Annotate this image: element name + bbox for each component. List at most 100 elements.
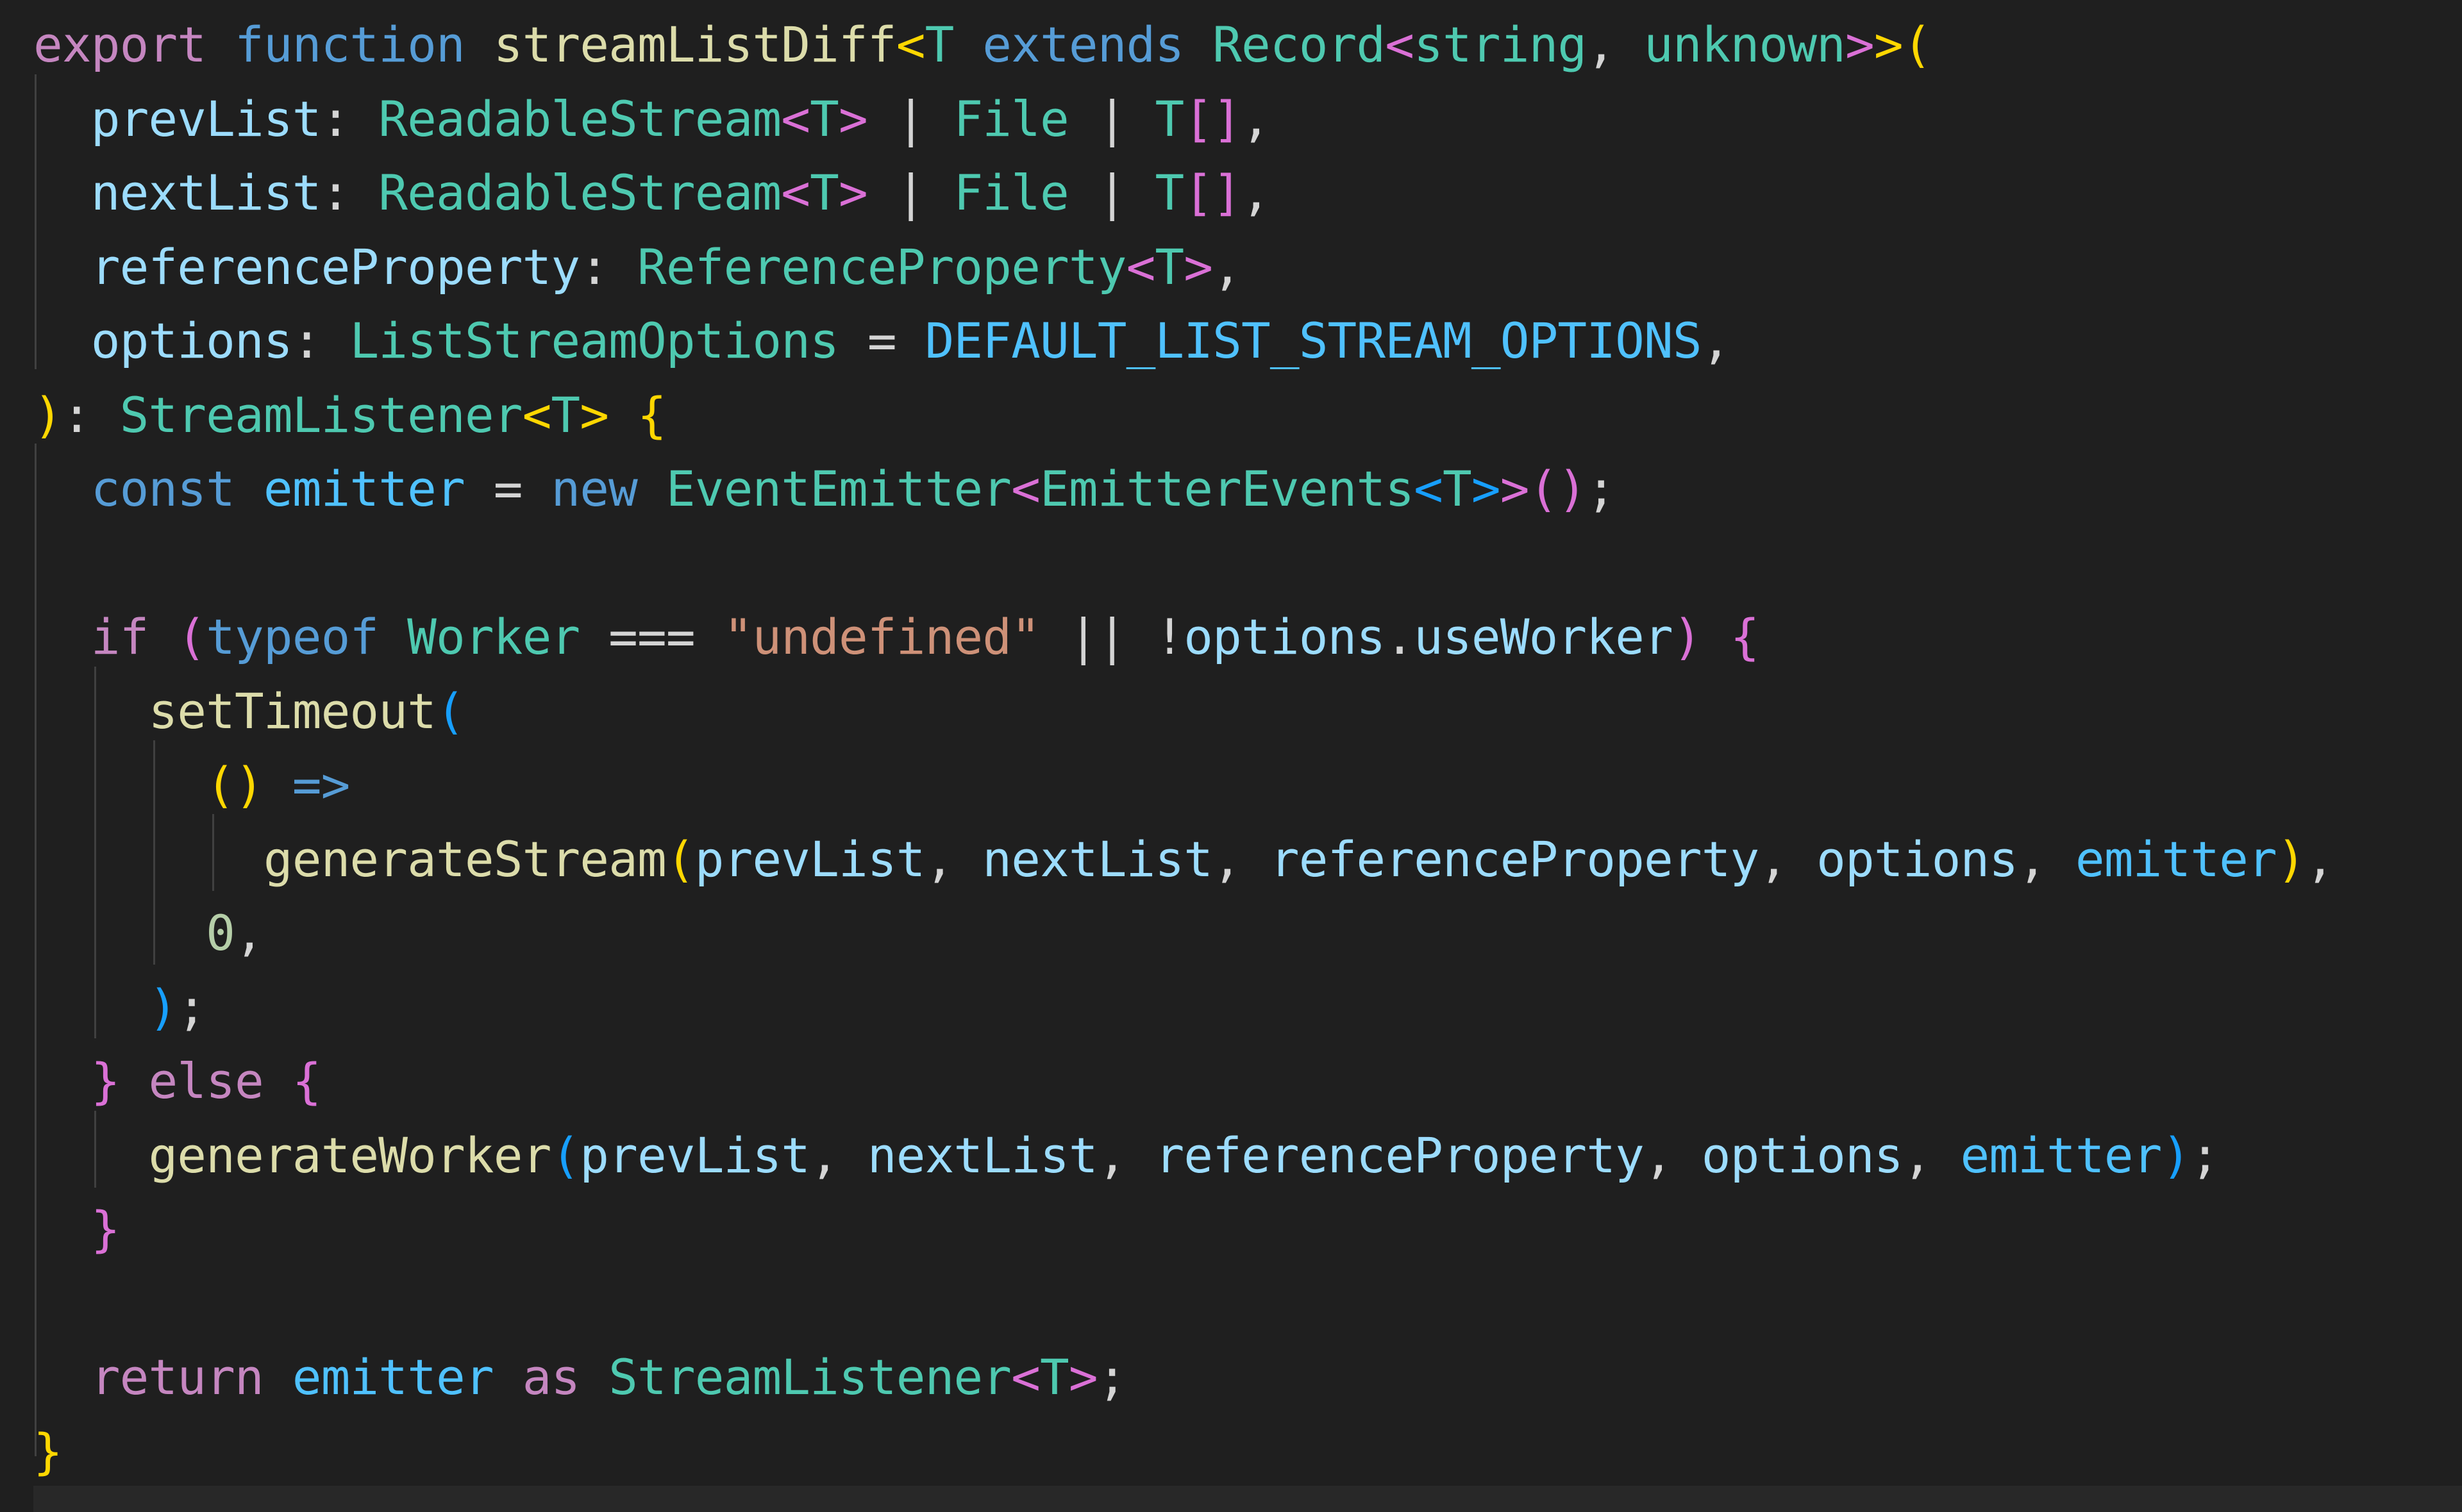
code-token-type: T bbox=[1155, 90, 1184, 147]
code-token-punctuation bbox=[33, 683, 148, 740]
code-token-function: generateStream bbox=[263, 830, 667, 888]
code-line[interactable] bbox=[33, 1267, 2334, 1341]
code-token-bracket-gold: { bbox=[637, 386, 667, 444]
code-token-punctuation bbox=[33, 1052, 91, 1109]
code-line[interactable]: options: ListStreamOptions = DEFAULT_LIS… bbox=[33, 304, 2334, 378]
code-token-bracket-gold: ) bbox=[33, 386, 63, 444]
code-token-punctuation: , bbox=[1644, 1126, 1702, 1184]
code-token-punctuation: , bbox=[1097, 1126, 1155, 1184]
code-token-bracket-blue: ( bbox=[551, 1126, 580, 1184]
code-token-variable: referenceProperty bbox=[1155, 1126, 1644, 1184]
code-token-punctuation: = bbox=[464, 460, 551, 517]
code-token-punctuation: ; bbox=[1586, 460, 1616, 517]
code-token-string: "undefined" bbox=[723, 608, 1041, 665]
code-editor[interactable]: export function streamListDiff<T extends… bbox=[0, 0, 2462, 1512]
code-token-punctuation: : bbox=[321, 164, 379, 221]
code-token-bracket-gold: > bbox=[580, 386, 609, 444]
code-token-bracket-blue: ( bbox=[436, 682, 465, 740]
code-line[interactable]: const emitter = new EventEmitter<Emitter… bbox=[33, 452, 2334, 526]
code-token-keyword-control: if bbox=[90, 608, 149, 665]
code-token-type: T bbox=[1155, 238, 1184, 295]
code-token-variable: nextList bbox=[867, 1126, 1098, 1184]
code-line[interactable]: return emitter as StreamListener<T>; bbox=[33, 1340, 2334, 1415]
code-token-punctuation bbox=[494, 1349, 523, 1406]
code-token-punctuation: , bbox=[1759, 830, 1817, 888]
code-token-bracket-gold: () bbox=[206, 756, 264, 813]
code-token-bracket-pink: < bbox=[781, 90, 810, 147]
code-token-type: T bbox=[810, 90, 839, 147]
code-token-punctuation: , bbox=[1241, 164, 1271, 221]
code-token-constant: DEFAULT_LIST_STREAM_OPTIONS bbox=[925, 312, 1702, 369]
code-token-type: File bbox=[953, 90, 1069, 147]
code-token-punctuation: , bbox=[235, 904, 264, 961]
code-token-punctuation bbox=[33, 979, 148, 1036]
code-token-bracket-gold: < bbox=[896, 16, 926, 73]
code-line[interactable]: export function streamListDiff<T extends… bbox=[33, 8, 2334, 82]
code-line[interactable]: () => bbox=[33, 748, 2334, 822]
code-token-function: generateWorker bbox=[148, 1126, 551, 1184]
code-token-bracket-pink: > bbox=[1500, 460, 1530, 517]
code-token-type: Worker bbox=[407, 608, 580, 665]
code-token-function: setTimeout bbox=[148, 682, 436, 740]
code-token-punctuation bbox=[33, 1127, 148, 1184]
code-token-punctuation: | bbox=[867, 164, 954, 221]
code-token-bracket-pink: [] bbox=[1184, 90, 1242, 147]
code-line[interactable]: } else { bbox=[33, 1044, 2334, 1118]
code-content[interactable]: export function streamListDiff<T extends… bbox=[33, 8, 2334, 1488]
code-token-keyword-storage: const bbox=[90, 460, 235, 517]
code-token-bracket-gold: ( bbox=[1902, 16, 1932, 73]
code-line[interactable]: } bbox=[33, 1192, 2334, 1267]
code-token-keyword-storage: new bbox=[551, 460, 638, 517]
code-token-punctuation: , bbox=[1586, 16, 1644, 73]
code-token-punctuation bbox=[580, 1349, 608, 1406]
code-token-type: EventEmitter bbox=[666, 460, 1012, 517]
code-line[interactable]: if (typeof Worker === "undefined" || !op… bbox=[33, 600, 2334, 674]
code-token-keyword-storage: => bbox=[292, 756, 351, 813]
code-token-bracket-pink: < bbox=[781, 164, 810, 221]
code-token-bracket-pink: > bbox=[1845, 16, 1875, 73]
code-token-number: 0 bbox=[206, 904, 235, 961]
code-token-punctuation: | bbox=[1068, 164, 1155, 221]
code-token-punctuation bbox=[1184, 16, 1212, 73]
code-token-punctuation bbox=[637, 460, 666, 517]
code-token-bracket-pink: { bbox=[292, 1052, 322, 1109]
code-token-type: T bbox=[1155, 164, 1184, 221]
code-token-variable: referenceProperty bbox=[1269, 830, 1759, 888]
code-line[interactable]: generateStream(prevList, nextList, refer… bbox=[33, 822, 2335, 897]
code-token-punctuation: ; bbox=[2190, 1126, 2220, 1184]
code-token-punctuation bbox=[33, 756, 206, 813]
code-token-punctuation: | bbox=[867, 90, 954, 147]
code-token-type: string bbox=[1414, 16, 1587, 73]
current-line-highlight bbox=[33, 1486, 2462, 1512]
code-line[interactable]: setTimeout( bbox=[33, 674, 2334, 749]
code-line[interactable]: ); bbox=[33, 970, 2334, 1045]
code-token-bracket-pink: < bbox=[1011, 1349, 1041, 1406]
code-line[interactable]: } bbox=[33, 1415, 2334, 1489]
code-token-punctuation: , bbox=[1212, 830, 1270, 888]
code-line[interactable]: nextList: ReadableStream<T> | File | T[]… bbox=[33, 156, 2334, 230]
code-token-punctuation bbox=[33, 904, 206, 961]
code-line[interactable]: ): StreamListener<T> { bbox=[33, 378, 2334, 453]
code-line[interactable] bbox=[33, 526, 2334, 601]
code-token-punctuation: , bbox=[925, 830, 983, 888]
code-token-bracket-pink: > bbox=[839, 90, 868, 147]
code-token-bracket-pink: < bbox=[1011, 460, 1041, 517]
code-token-punctuation bbox=[235, 460, 264, 517]
code-token-type: ListStreamOptions bbox=[349, 312, 839, 369]
code-token-punctuation bbox=[206, 16, 235, 73]
code-token-punctuation bbox=[378, 608, 407, 665]
code-token-bracket-pink: { bbox=[1730, 608, 1760, 665]
code-token-keyword-control: export bbox=[33, 16, 206, 73]
code-token-bracket-gold: } bbox=[33, 1422, 63, 1480]
code-token-punctuation: === bbox=[580, 608, 724, 665]
code-token-bracket-pink: > bbox=[839, 164, 868, 221]
code-token-punctuation: ; bbox=[177, 978, 206, 1036]
code-token-bracket-pink: ) bbox=[1672, 608, 1702, 665]
code-token-type: EmitterEvents bbox=[1040, 460, 1414, 517]
code-line[interactable]: referenceProperty: ReferenceProperty<T>, bbox=[33, 230, 2334, 304]
code-line[interactable]: 0, bbox=[33, 896, 2334, 970]
code-token-punctuation bbox=[33, 1349, 91, 1406]
code-line[interactable]: generateWorker(prevList, nextList, refer… bbox=[33, 1118, 2334, 1193]
code-token-bracket-blue: ) bbox=[2161, 1126, 2191, 1184]
code-line[interactable]: prevList: ReadableStream<T> | File | T[]… bbox=[33, 82, 2334, 156]
